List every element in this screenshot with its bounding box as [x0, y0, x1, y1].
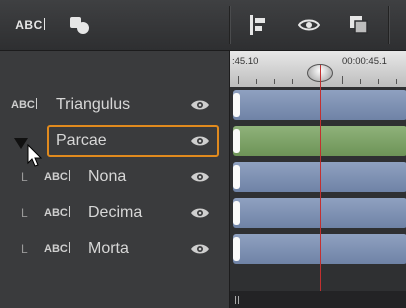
eye-icon[interactable]	[190, 206, 210, 220]
track-row-triangulus[interactable]: ABC Triangulus	[0, 88, 228, 124]
eye-icon[interactable]	[190, 242, 210, 256]
horizontal-scrollbar[interactable]	[230, 291, 406, 308]
clip-handle[interactable]	[233, 237, 240, 261]
scrollbar-grip[interactable]	[235, 296, 239, 304]
tree-connector: L	[21, 170, 28, 184]
abc-text-icon: ABC	[11, 98, 37, 111]
track-row-morta[interactable]: L ABC Morta	[0, 232, 228, 268]
clip-handle[interactable]	[233, 93, 240, 117]
abc-text-icon: ABC	[44, 170, 70, 183]
track-label: Decima	[88, 204, 143, 221]
clip-handle[interactable]	[233, 165, 240, 189]
align-left-button[interactable]	[240, 8, 274, 42]
playhead-line	[320, 80, 321, 292]
track-list: ABC Triangulus Parcae L ABC Nona L ABC D…	[0, 51, 228, 308]
layers-icon	[350, 16, 368, 34]
eye-icon	[298, 19, 320, 31]
track-row-decima[interactable]: L ABC Decima	[0, 196, 228, 232]
abc-text-icon: ABC	[44, 242, 70, 255]
track-row-nona[interactable]: L ABC Nona	[0, 160, 228, 196]
track-label: Triangulus	[56, 96, 131, 113]
arrange-button[interactable]	[342, 8, 376, 42]
eye-icon[interactable]	[190, 170, 210, 184]
track-label: Nona	[88, 168, 127, 185]
title-tool-button[interactable]: ABC	[10, 8, 50, 42]
tree-connector: L	[21, 242, 28, 256]
track-label: Parcae	[56, 132, 107, 149]
track-row-parcae[interactable]: Parcae	[0, 124, 228, 167]
tree-connector: L	[21, 206, 28, 220]
shape-tool-button[interactable]	[62, 8, 96, 42]
ruler-time-left: :45.10	[232, 56, 259, 67]
toolbar: ABC	[0, 0, 406, 51]
eye-icon[interactable]	[190, 98, 210, 112]
align-left-icon	[250, 15, 265, 35]
track-label: Morta	[88, 240, 129, 257]
timeline-area[interactable]: :45.10 00:00:45.1	[229, 51, 406, 308]
abc-text-icon: ABC	[44, 206, 70, 219]
abc-text-icon: ABC	[15, 18, 45, 32]
clip-handle[interactable]	[233, 129, 240, 153]
ruler-time-right: 00:00:45.1	[342, 56, 387, 67]
clip-handle[interactable]	[233, 201, 240, 225]
eye-icon[interactable]	[190, 134, 210, 148]
shapes-icon	[70, 17, 89, 34]
time-ruler[interactable]: :45.10 00:00:45.1	[230, 51, 406, 87]
view-toggle-button[interactable]	[292, 8, 326, 42]
